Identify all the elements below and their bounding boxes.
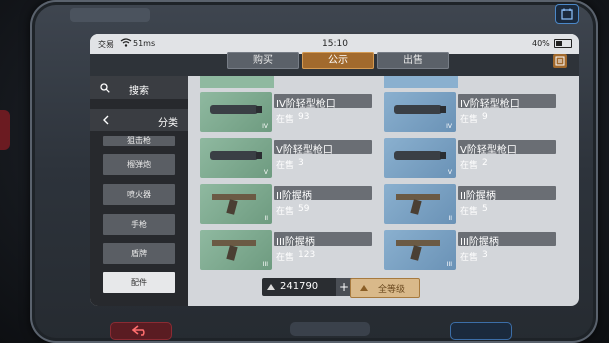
item-partial: [200, 76, 274, 88]
item-thumbnail: V: [384, 138, 456, 178]
battery-icon: [554, 39, 572, 48]
item-card[interactable]: III III阶握柄 在售 3: [384, 230, 564, 270]
stock-count: 59: [298, 204, 310, 214]
category-sniper[interactable]: 狙击枪: [103, 136, 175, 146]
category-flamethrower[interactable]: 喷火器: [103, 184, 175, 205]
item-name: V阶轻型枪口: [276, 145, 333, 156]
tier-label: IV: [262, 123, 268, 130]
item-name: V阶轻型枪口: [460, 145, 517, 156]
stock-count: 3: [298, 158, 304, 168]
item-thumbnail: IV: [200, 92, 272, 132]
item-thumbnail: V: [200, 138, 272, 178]
item-card[interactable]: II II阶握柄 在售 5: [384, 184, 564, 224]
back-button[interactable]: [110, 322, 172, 340]
item-thumbnail: IV: [384, 92, 456, 132]
device-frame: 交易 51ms 15:10 40% 购买 公示 出售 搜索 分类 狙击枪 榴弹炮…: [30, 0, 598, 343]
chevron-left-icon: [103, 115, 109, 125]
item-name: III阶握柄: [460, 237, 499, 248]
notes-button[interactable]: [553, 54, 567, 68]
calendar-icon: [561, 8, 573, 20]
stock-label: 在售: [276, 161, 295, 171]
level-filter-label: 全等级: [378, 285, 406, 295]
item-name: II阶握柄: [460, 191, 496, 202]
item-thumbnail: III: [384, 230, 456, 270]
stock-count: 9: [482, 112, 488, 122]
tier-label: IV: [446, 123, 452, 130]
status-ping: 51ms: [133, 39, 156, 48]
status-bar: 交易 51ms 15:10 40%: [90, 34, 579, 54]
category-pistol[interactable]: 手枪: [103, 214, 175, 235]
item-name: III阶握柄: [276, 237, 315, 248]
stock-count: 3: [482, 250, 488, 260]
grip-icon: [212, 194, 256, 215]
currency-icon: [267, 284, 275, 290]
stock-label: 在售: [276, 207, 295, 217]
sidebar: 搜索 分类 狙击枪 榴弹炮 喷火器 手枪 盾牌 配件: [90, 76, 188, 306]
category-accessories[interactable]: 配件: [103, 272, 175, 293]
wifi-icon: [120, 38, 132, 47]
item-card[interactable]: III III阶握柄 在售 123: [200, 230, 380, 270]
item-thumbnail: II: [384, 184, 456, 224]
currency-amount: 241790: [280, 281, 319, 292]
category-grenade-launcher[interactable]: 榴弹炮: [103, 154, 175, 175]
stock-count: 5: [482, 204, 488, 214]
item-partial: [384, 76, 458, 88]
tab-sell[interactable]: 出售: [377, 52, 449, 69]
category-label: 分类: [158, 118, 178, 129]
side-decoration: [0, 110, 10, 150]
tier-label: II: [264, 215, 268, 222]
item-thumbnail: III: [200, 230, 272, 270]
muzzle-icon: [210, 105, 262, 114]
muzzle-icon: [210, 151, 262, 160]
stock-label: 在售: [460, 161, 479, 171]
item-name: II阶握柄: [276, 191, 312, 202]
grip-icon: [212, 240, 256, 261]
menu-button[interactable]: [450, 322, 512, 340]
stock-label: 在售: [276, 115, 295, 125]
tab-buy[interactable]: 购买: [227, 52, 299, 69]
item-card[interactable]: V V阶轻型枪口 在售 2: [384, 138, 564, 178]
stock-count: 123: [298, 250, 316, 260]
search-button[interactable]: 搜索: [90, 76, 188, 99]
item-grid: IV IV阶轻型枪口 在售 93 IV IV阶轻型枪口 在售 9 V V阶轻型枪…: [188, 76, 579, 306]
stock-label: 在售: [276, 253, 295, 263]
item-thumbnail: II: [200, 184, 272, 224]
grip-icon: [396, 194, 440, 215]
screen: 交易 51ms 15:10 40% 购买 公示 出售 搜索 分类 狙击枪 榴弹炮…: [90, 34, 579, 306]
tab-public[interactable]: 公示: [302, 52, 374, 69]
level-filter-button[interactable]: 全等级: [350, 278, 420, 298]
item-name: IV阶轻型枪口: [460, 99, 520, 110]
triangle-up-icon: [360, 285, 368, 291]
home-button[interactable]: [290, 322, 370, 336]
item-card[interactable]: II II阶握柄 在售 59: [200, 184, 380, 224]
stock-count: 93: [298, 112, 310, 122]
tier-label: V: [263, 169, 268, 176]
status-carrier: 交易: [98, 40, 114, 49]
top-right-button[interactable]: [555, 4, 579, 24]
tier-label: III: [446, 261, 452, 268]
stock-count: 2: [482, 158, 488, 168]
tier-label: II: [448, 215, 452, 222]
item-card[interactable]: V V阶轻型枪口 在售 3: [200, 138, 380, 178]
notes-icon: [555, 56, 565, 66]
item-card[interactable]: IV IV阶轻型枪口 在售 9: [384, 92, 564, 132]
frame-cap: [70, 8, 150, 22]
back-icon: [132, 325, 145, 336]
status-time: 15:10: [322, 39, 348, 49]
stock-label: 在售: [460, 253, 479, 263]
status-battery-percent: 40%: [532, 39, 550, 48]
category-toggle[interactable]: 分类: [90, 109, 188, 131]
currency-display: 241790 +: [262, 278, 352, 296]
stock-label: 在售: [460, 115, 479, 125]
item-name: IV阶轻型枪口: [276, 99, 336, 110]
stock-label: 在售: [460, 207, 479, 217]
item-card[interactable]: IV IV阶轻型枪口 在售 93: [200, 92, 380, 132]
category-shield[interactable]: 盾牌: [103, 243, 175, 264]
muzzle-icon: [394, 105, 446, 114]
tier-label: III: [262, 261, 268, 268]
tier-label: V: [447, 169, 452, 176]
search-label: 搜索: [129, 86, 149, 97]
grip-icon: [396, 240, 440, 261]
muzzle-icon: [394, 151, 446, 160]
